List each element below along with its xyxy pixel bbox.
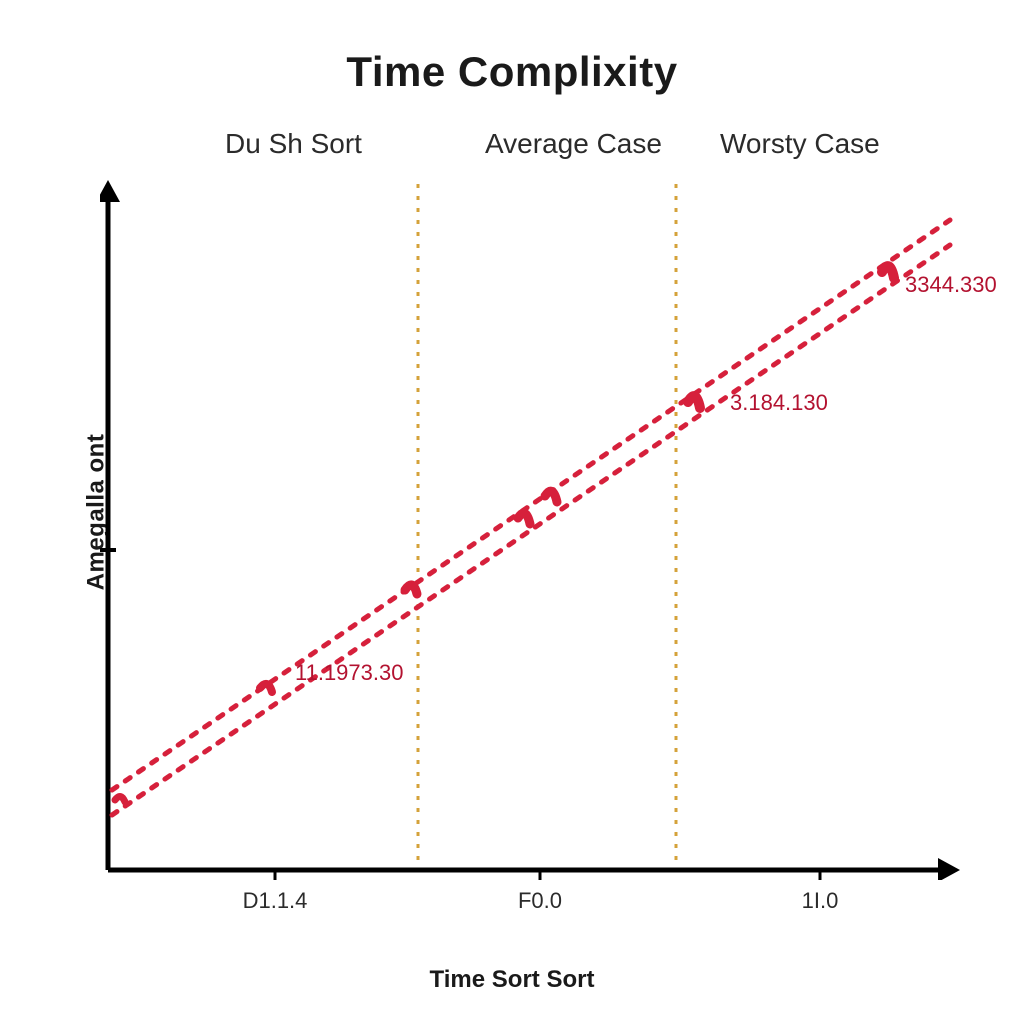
series-line-lower [112,245,950,815]
x-axis-label: Time Sort Sort [0,966,1024,994]
x-tick-label-0: D1.1.4 [243,888,308,914]
chart-container: Time Complixity Du Sh Sort Average Case … [0,0,1024,1024]
y-axis-arrow-icon [100,180,120,202]
marker-1 [260,684,272,692]
plot-area: D1.1.4 F0.0 1I.0 11.1973.30 3.184.130 33… [100,180,960,880]
marker-0 [115,796,125,802]
marker-3b [545,491,557,502]
marker-5 [882,266,894,278]
x-tick-label-1: F0.0 [518,888,562,914]
chart-svg [100,180,960,880]
data-label-1: 3.184.130 [730,390,828,416]
region-label-2: Worsty Case [720,128,880,160]
x-axis-arrow-icon [938,858,960,880]
x-tick-label-2: 1I.0 [802,888,839,914]
region-label-1: Average Case [485,128,662,160]
series-line-upper [112,220,950,790]
marker-3 [518,513,530,524]
data-label-2: 3344.330 [905,272,997,298]
marker-2 [405,585,417,594]
data-label-0: 11.1973.30 [295,660,403,686]
marker-4 [688,396,700,408]
region-label-0: Du Sh Sort [225,128,362,160]
chart-title: Time Complixity [0,48,1024,96]
